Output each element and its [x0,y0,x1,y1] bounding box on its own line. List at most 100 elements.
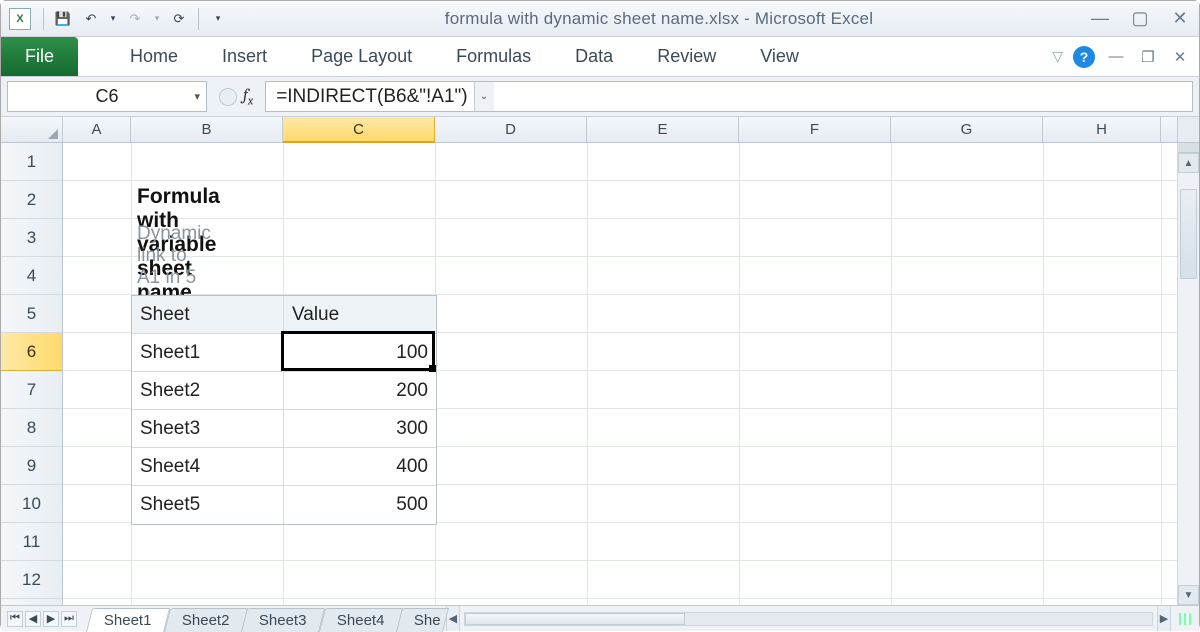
column-header-H[interactable]: H [1043,117,1161,142]
cell-value[interactable]: 300 [284,410,436,448]
sheet-nav-next[interactable]: ▶ [43,611,59,627]
ribbon-tab-home[interactable]: Home [108,37,200,76]
fx-controls: fx [213,81,259,112]
cell-value[interactable]: 200 [284,372,436,410]
table-row: Sheet4 400 [132,448,436,486]
ribbon-tab-data[interactable]: Data [553,37,635,76]
window-title: formula with dynamic sheet name.xlsx - M… [229,9,1089,29]
table-header-sheet: Sheet [132,296,284,334]
column-header-F[interactable]: F [739,117,891,142]
sheet-nav-first[interactable]: ⏮ [7,611,23,627]
column-header-A[interactable]: A [63,117,131,142]
row-header-4[interactable]: 4 [1,257,62,295]
column-headers: ABCDEFGH [1,117,1199,143]
undo-dropdown[interactable]: ▾ [108,8,118,30]
save-button[interactable]: 💾 [52,8,74,30]
repeat-button[interactable]: ⟳ [168,8,190,30]
cell-sheet[interactable]: Sheet4 [132,448,284,486]
cell-sheet[interactable]: Sheet2 [132,372,284,410]
minimize-button[interactable]: — [1089,8,1111,29]
table-row: Sheet1 100 [132,334,436,372]
vscroll-thumb[interactable] [1180,189,1197,279]
row-header-10[interactable]: 10 [1,485,62,523]
ribbon-tab-view[interactable]: View [738,37,821,76]
ribbon-tab-formulas[interactable]: Formulas [434,37,553,76]
cell-value[interactable]: 500 [284,486,436,524]
row-header-2[interactable]: 2 [1,181,62,219]
horizontal-scrollbar[interactable] [460,606,1157,631]
row-header-11[interactable]: 11 [1,523,62,561]
row-header-12[interactable]: 12 [1,561,62,599]
view-normal-icon[interactable] [1179,613,1191,625]
maximize-button[interactable]: ▢ [1129,8,1151,29]
close-button[interactable]: ✕ [1169,8,1191,29]
redo-button[interactable]: ↷ [124,8,146,30]
fx-icon[interactable]: fx [243,86,253,107]
help-button[interactable]: ? [1073,46,1095,68]
ribbon-tab-review[interactable]: Review [635,37,738,76]
row-header-3[interactable]: 3 [1,219,62,257]
sheet-tab[interactable]: Sheet2 [164,608,248,632]
row-headers: 123456789101112 [1,143,63,605]
row-header-5[interactable]: 5 [1,295,62,333]
status-right [1171,606,1199,631]
table-header-row: Sheet Value [132,296,436,334]
row-header-1[interactable]: 1 [1,143,62,181]
row-header-6[interactable]: 6 [1,333,62,371]
sheet-tab[interactable]: She [396,608,449,632]
select-all-button[interactable] [1,117,63,142]
sheet-nav-last[interactable]: ⏭ [61,611,77,627]
formula-expand-icon[interactable]: ⌄ [474,82,494,111]
table-header-value: Value [284,296,436,334]
cell-sheet[interactable]: Sheet1 [132,334,284,372]
cancel-icon[interactable] [219,88,237,106]
window-controls: — ▢ ✕ [1089,8,1191,29]
quick-access-toolbar: X 💾 ↶ ▾ ↷ ▾ ⟳ ▾ [9,8,229,30]
scroll-split-top[interactable] [1177,117,1199,142]
table-row: Sheet5 500 [132,486,436,524]
table-row: Sheet2 200 [132,372,436,410]
ribbon-tab-page-layout[interactable]: Page Layout [289,37,434,76]
workbook-restore[interactable]: ❐ [1137,48,1159,66]
sheet-tab[interactable]: Sheet1 [86,608,170,632]
vertical-scrollbar[interactable]: ▲ ▼ [1177,143,1199,605]
row-header-8[interactable]: 8 [1,409,62,447]
column-header-C[interactable]: C [283,117,435,143]
workbook-close[interactable]: ✕ [1169,48,1191,66]
qat-customize[interactable]: ▾ [207,8,229,30]
ribbon-tab-insert[interactable]: Insert [200,37,289,76]
ribbon-minimize-icon[interactable]: ▽ [1052,48,1063,65]
column-header-B[interactable]: B [131,117,283,142]
cell-value[interactable]: 400 [284,448,436,486]
sheet-nav-prev[interactable]: ◀ [25,611,41,627]
data-table: Sheet Value Sheet1 100 Sheet2 200 Sheet3… [131,295,437,525]
cells-area[interactable]: Formula with variable sheet name Dynamic… [63,143,1199,605]
name-box-dropdown-icon[interactable]: ▾ [194,90,200,103]
excel-icon: X [9,8,31,30]
redo-dropdown[interactable]: ▾ [152,8,162,30]
grid: 123456789101112 Formula with variable sh… [1,143,1199,605]
sheet-tab[interactable]: Sheet3 [241,608,325,632]
formula-bar: C6 ▾ fx =INDIRECT(B6&"!A1") ⌄ [1,77,1199,117]
hscroll-right[interactable]: ▶ [1157,606,1171,631]
column-header-G[interactable]: G [891,117,1043,142]
workbook-minimize[interactable]: — [1105,48,1127,65]
sheet-nav: ⏮ ◀ ▶ ⏭ [1,606,83,631]
sheet-tab[interactable]: Sheet4 [319,608,403,632]
titlebar: X 💾 ↶ ▾ ↷ ▾ ⟳ ▾ formula with dynamic she… [1,1,1199,37]
column-header-E[interactable]: E [587,117,739,142]
formula-text: =INDIRECT(B6&"!A1") [276,86,467,108]
row-header-7[interactable]: 7 [1,371,62,409]
column-header-D[interactable]: D [435,117,587,142]
table-row: Sheet3 300 [132,410,436,448]
ribbon: File Home Insert Page Layout Formulas Da… [1,37,1199,77]
name-box[interactable]: C6 ▾ [7,81,207,112]
file-tab[interactable]: File [1,37,78,76]
cell-sheet[interactable]: Sheet5 [132,486,284,524]
cell-value[interactable]: 100 [284,334,436,372]
hscroll-thumb[interactable] [465,613,685,625]
undo-button[interactable]: ↶ [80,8,102,30]
cell-sheet[interactable]: Sheet3 [132,410,284,448]
row-header-9[interactable]: 9 [1,447,62,485]
formula-input[interactable]: =INDIRECT(B6&"!A1") ⌄ [265,81,1193,112]
